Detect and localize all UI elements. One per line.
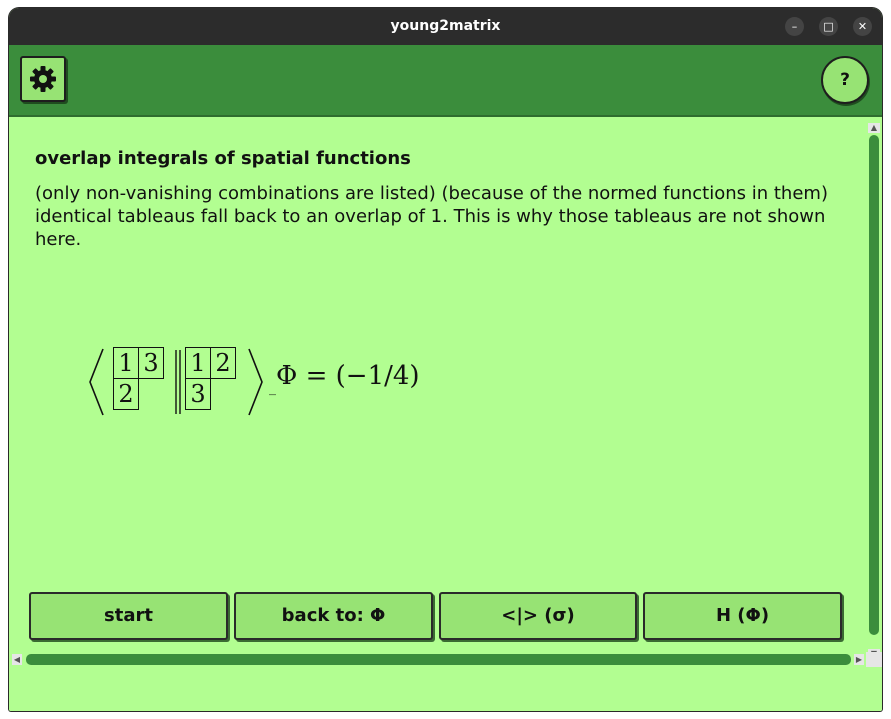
title-bar[interactable]: young2matrix – □ ✕: [9, 8, 882, 45]
tableau-cell: 3: [185, 378, 211, 410]
tableau-cell: 1: [113, 347, 139, 379]
vertical-scrollbar[interactable]: ▲ ▼: [866, 121, 882, 667]
status-bar: [9, 667, 882, 711]
vertical-scroll-thumb[interactable]: [869, 135, 879, 635]
horizontal-scroll-thumb[interactable]: [26, 654, 851, 665]
scroll-corner: [866, 652, 882, 667]
settings-button[interactable]: [20, 56, 66, 102]
formula-value: = (−1/4): [305, 361, 420, 391]
overlap-formula: 1 3 2 1 2 3 _Φ = (−1/4): [87, 347, 447, 417]
formula-result: _Φ = (−1/4): [269, 361, 420, 396]
formula-subscript: Φ: [276, 361, 298, 391]
hamiltonian-button[interactable]: H (Φ): [643, 592, 842, 640]
help-button[interactable]: ?: [821, 56, 869, 104]
description-text: (only non-vanishing combinations are lis…: [35, 183, 828, 250]
maximize-button[interactable]: □: [819, 17, 838, 36]
scroll-left-icon[interactable]: ◀: [12, 654, 22, 665]
gear-icon: [30, 66, 56, 92]
scroll-up-icon[interactable]: ▲: [868, 123, 880, 133]
tableau-cell: 3: [138, 347, 164, 379]
window-title: young2matrix: [390, 18, 501, 34]
back-button[interactable]: back to: Φ: [234, 592, 433, 640]
overlap-button[interactable]: <|> (σ): [439, 592, 637, 640]
tableau-cell: 2: [210, 347, 236, 379]
scroll-right-icon[interactable]: ▶: [854, 654, 864, 665]
minimize-button[interactable]: –: [785, 17, 804, 36]
horizontal-scrollbar[interactable]: ◀ ▶: [9, 652, 866, 667]
app-window: young2matrix – □ ✕ ? overlap integrals o…: [9, 8, 882, 711]
toolbar: ?: [9, 45, 882, 117]
page-title: overlap integrals of spatial functions: [35, 148, 411, 169]
start-button[interactable]: start: [29, 592, 228, 640]
tableau-cell: 2: [113, 378, 139, 410]
close-button[interactable]: ✕: [853, 17, 872, 36]
tableau-cell: 1: [185, 347, 211, 379]
content-area: overlap integrals of spatial functions (…: [9, 117, 866, 652]
